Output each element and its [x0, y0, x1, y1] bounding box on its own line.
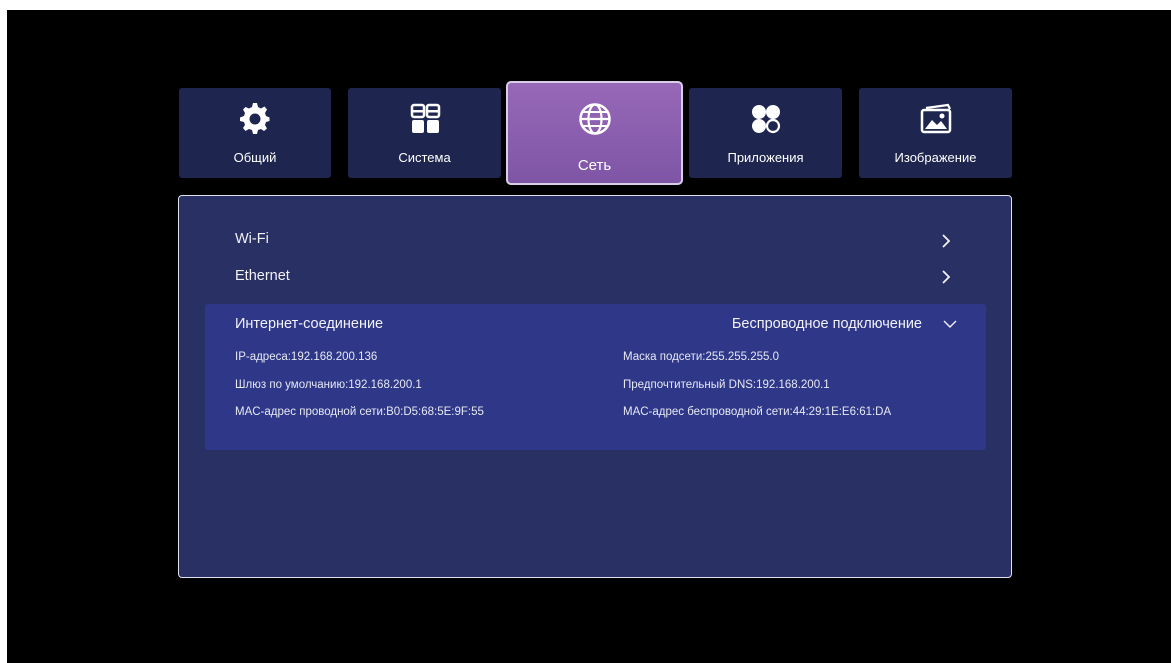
- wired-mac-address: MAC-адрес проводной сети:B0:D5:68:5E:9F:…: [235, 406, 484, 418]
- apps-icon: [689, 102, 842, 136]
- connection-title: Интернет-соединение: [235, 316, 384, 332]
- chevron-right-icon: [942, 234, 951, 248]
- chevron-right-icon: [942, 270, 951, 284]
- network-settings-panel: Wi-Fi Ethernet Интернет-соединение Беспр…: [178, 195, 1012, 578]
- tab-network-label: Сеть: [577, 157, 612, 174]
- ethernet-item[interactable]: Ethernet: [235, 268, 290, 284]
- internet-connection-item[interactable]: Интернет-соединение Беспроводное подключ…: [205, 304, 986, 450]
- preferred-dns: Предпочтительный DNS:192.168.200.1: [623, 379, 830, 391]
- picture-icon: [859, 102, 1012, 136]
- gear-icon: [179, 102, 331, 136]
- tab-system-label: Система: [398, 150, 451, 165]
- tab-picture-label: Изображение: [894, 150, 977, 165]
- tab-system[interactable]: Система: [348, 88, 501, 178]
- tab-apps-label: Приложения: [727, 150, 804, 165]
- globe-icon: [508, 101, 681, 135]
- chevron-down-icon: [943, 320, 957, 328]
- tab-apps[interactable]: Приложения: [689, 88, 842, 178]
- ip-address: IP-адреса:192.168.200.136: [235, 351, 378, 363]
- tab-network[interactable]: Сеть: [506, 81, 683, 185]
- system-grid-icon: [348, 102, 501, 136]
- default-gateway: Шлюз по умолчанию:192.168.200.1: [235, 379, 422, 391]
- tab-general-label: Общий: [233, 150, 277, 165]
- tab-picture[interactable]: Изображение: [859, 88, 1012, 178]
- wireless-mac-address: MAC-адрес беспроводной сети:44:29:1E:E6:…: [623, 406, 892, 418]
- tab-general[interactable]: Общий: [179, 88, 331, 178]
- connection-type-value: Беспроводное подключение: [731, 316, 922, 332]
- subnet-mask: Маска подсети:255.255.255.0: [623, 351, 780, 363]
- wifi-item[interactable]: Wi-Fi: [235, 231, 269, 247]
